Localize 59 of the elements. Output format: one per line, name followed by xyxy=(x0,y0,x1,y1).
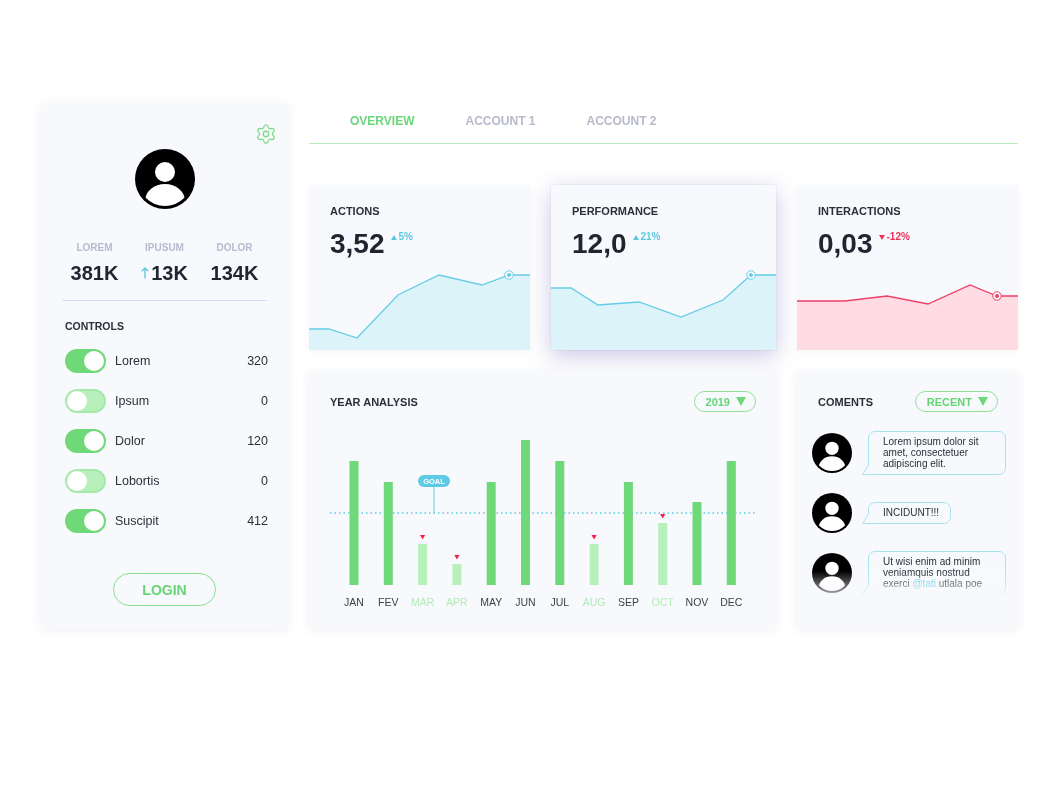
month-label: OCT xyxy=(651,596,674,608)
stat-label: IPUSUM xyxy=(145,242,184,254)
stat-value: 13K xyxy=(151,261,188,285)
month-label: DEC xyxy=(720,596,743,608)
month-label: JAN xyxy=(344,596,364,608)
settings-icon[interactable] xyxy=(255,123,277,145)
comment-text: Ut wisi enim ad minim veniamquis nostrud exerci @tati utlala poe xyxy=(883,556,984,589)
stat-value: 134K xyxy=(210,261,259,285)
month-label: AUG xyxy=(582,596,606,608)
month-label: MAY xyxy=(480,596,503,608)
section-title: CONTROLS xyxy=(65,320,124,332)
month-label: FEV xyxy=(378,596,399,608)
stat-value: 381K xyxy=(70,261,119,285)
month-label: JUN xyxy=(515,596,536,608)
avatar-icon xyxy=(812,433,852,473)
control-count: 0 xyxy=(261,474,268,488)
stat-label: DOLOR xyxy=(216,242,253,254)
toggle-switch[interactable] xyxy=(65,469,106,493)
toggle-switch[interactable] xyxy=(65,509,106,533)
avatar-icon xyxy=(812,553,852,593)
control-count: 120 xyxy=(247,434,268,448)
avatar-icon xyxy=(134,149,195,209)
month-label: NOV xyxy=(685,596,709,608)
control-label: Suscipit xyxy=(115,514,159,528)
control-count: 0 xyxy=(261,394,268,408)
toggle-switch[interactable] xyxy=(65,429,106,453)
card-title: ACTIONS xyxy=(330,205,380,218)
metric-value: 0,03 xyxy=(818,228,873,260)
comment-text: INCIDUNT!!! xyxy=(883,507,940,518)
tab[interactable]: OVERVIEW xyxy=(350,113,415,128)
comment-text: Lorem ipsum dolor sit amet, consectetuer adipiscing elit. xyxy=(883,436,980,469)
month-label: JUL xyxy=(550,596,570,608)
change-percent: 21% xyxy=(640,231,661,243)
caret-icon xyxy=(978,397,988,406)
metric-value: 3,52 xyxy=(330,228,385,260)
toggle-switch[interactable] xyxy=(65,389,106,413)
control-label: Lobortis xyxy=(115,474,160,488)
mention-link[interactable]: @tati xyxy=(912,578,936,589)
control-count: 412 xyxy=(247,514,268,528)
control-label: Ipsum xyxy=(115,394,150,408)
change-percent: -12% xyxy=(886,231,910,243)
month-label: APR xyxy=(446,596,468,608)
metric-value: 12,0 xyxy=(572,228,627,260)
card-title: YEAR ANALYSIS xyxy=(330,395,418,408)
card-title: PERFORMANCE xyxy=(572,205,659,218)
caret-icon xyxy=(736,397,746,406)
toggle-switch[interactable] xyxy=(65,349,106,373)
card-title: INTERACTIONS xyxy=(818,205,901,218)
stat-label: LOREM xyxy=(76,242,113,254)
control-label: Lorem xyxy=(115,354,151,368)
control-count: 320 xyxy=(247,354,268,368)
month-label: SEP xyxy=(617,596,639,608)
tab[interactable]: ACCOUNT 1 xyxy=(465,113,536,128)
control-label: Dolor xyxy=(115,434,145,448)
tab[interactable]: ACCOUNT 2 xyxy=(586,113,657,128)
month-label: MAR xyxy=(410,596,435,608)
change-percent: 5% xyxy=(398,231,413,243)
card-title: COMENTS xyxy=(818,395,873,408)
avatar-icon xyxy=(812,493,852,533)
